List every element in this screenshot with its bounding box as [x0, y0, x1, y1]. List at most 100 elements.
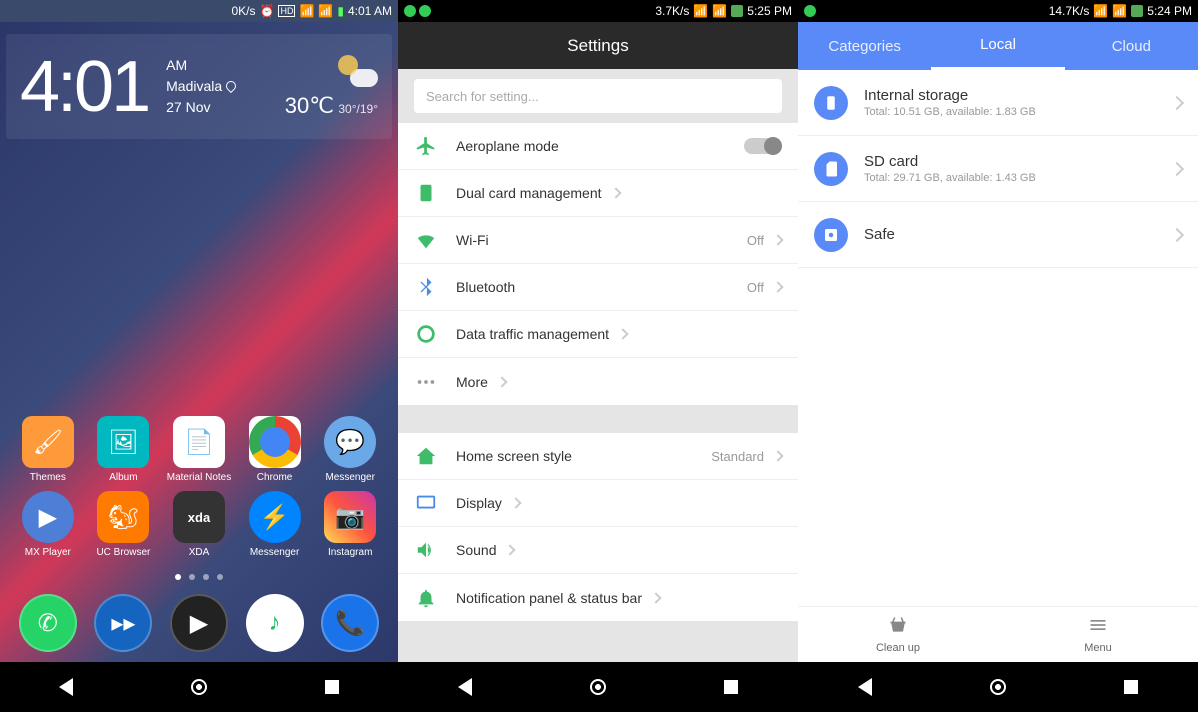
clock-large: 4:01: [20, 51, 148, 123]
page-indicator[interactable]: [0, 574, 398, 580]
storage-safe[interactable]: Safe: [798, 202, 1198, 268]
tab-cloud[interactable]: Cloud: [1065, 22, 1198, 70]
date: 27 Nov: [166, 97, 236, 118]
settings-list: Aeroplane mode Dual card managementWi-FiO…: [398, 123, 798, 662]
app-Material Notes[interactable]: 📄Material Notes: [163, 416, 235, 483]
music-icon: ♪: [246, 594, 304, 652]
app-phone[interactable]: 📞: [314, 594, 386, 652]
XDA-icon: xda: [173, 491, 225, 543]
home-icon: [414, 444, 438, 468]
chevron-right-icon: [610, 187, 621, 198]
clean-icon: [888, 615, 908, 638]
sd-icon: [814, 152, 848, 186]
app-XDA[interactable]: xdaXDA: [163, 491, 235, 558]
Messenger-icon: ⚡: [249, 491, 301, 543]
app-Chrome[interactable]: Chrome: [239, 416, 311, 483]
toggle[interactable]: [744, 138, 782, 154]
phone-icon: [814, 86, 848, 120]
recents-button[interactable]: [322, 677, 342, 697]
back-button[interactable]: [56, 677, 76, 697]
signal-icon: 📶: [1093, 4, 1108, 18]
chevron-right-icon: [496, 376, 507, 387]
Album-icon: 🖼: [97, 416, 149, 468]
recents-button[interactable]: [1121, 677, 1141, 697]
statusbar: 14.7K/s 📶 📶 5:24 PM: [798, 0, 1198, 22]
app-mixplorer[interactable]: ▸▸: [87, 594, 159, 652]
setting-notification-panel-&-status-bar[interactable]: Notification panel & status bar: [398, 574, 798, 621]
search-input[interactable]: Search for setting...: [414, 79, 782, 113]
menu-button[interactable]: Menu: [998, 607, 1198, 662]
setting-display[interactable]: Display: [398, 480, 798, 527]
setting-value: Off: [747, 233, 764, 248]
setting-wi-fi[interactable]: Wi-FiOff: [398, 217, 798, 264]
app-Instagram[interactable]: 📷Instagram: [314, 491, 386, 558]
net-speed: 14.7K/s: [1049, 4, 1090, 18]
app-label: Messenger: [250, 547, 299, 558]
home-button[interactable]: [189, 677, 209, 697]
play-icon: ▶: [170, 594, 228, 652]
notif-icon: [414, 586, 438, 610]
setting-label: Aeroplane mode: [456, 138, 559, 154]
notif-icon: [419, 5, 431, 17]
mixplorer-icon: ▸▸: [94, 594, 152, 652]
data-icon: [414, 322, 438, 346]
setting-value: Off: [747, 280, 764, 295]
setting-value: Standard: [711, 449, 764, 464]
setting-sound[interactable]: Sound: [398, 527, 798, 574]
storage-subtitle: Total: 29.71 GB, available: 1.43 GB: [864, 172, 1172, 184]
location: Madivala: [166, 78, 222, 94]
app-whatsapp[interactable]: ✆: [12, 594, 84, 652]
app-music[interactable]: ♪: [239, 594, 311, 652]
page-title: Settings: [398, 22, 798, 69]
setting-label: Sound: [456, 542, 496, 558]
storage-title: Internal storage: [864, 87, 1172, 104]
back-button[interactable]: [455, 677, 475, 697]
app-label: UC Browser: [96, 547, 150, 558]
net-speed: 0K/s: [231, 4, 255, 18]
clean-up-button[interactable]: Clean up: [798, 607, 998, 662]
setting-more[interactable]: More: [398, 358, 798, 405]
app-play[interactable]: ▶: [163, 594, 235, 652]
temp: 30℃: [285, 93, 334, 118]
setting-label: Data traffic management: [456, 326, 609, 342]
home-screen: 0K/s ⏰ HD 📶 📶 ▮ 4:01 AM 4:01 AM Madivala…: [0, 0, 398, 712]
storage-sd-card[interactable]: SD card Total: 29.71 GB, available: 1.43 …: [798, 136, 1198, 202]
chevron-right-icon: [1170, 227, 1184, 241]
app-Messenger[interactable]: 💬Messenger: [314, 416, 386, 483]
chevron-right-icon: [772, 234, 783, 245]
app-MX Player[interactable]: ▶MX Player: [12, 491, 84, 558]
setting-dual-card-management[interactable]: Dual card management: [398, 170, 798, 217]
storage-title: SD card: [864, 153, 1172, 170]
signal-icon-2: 📶: [712, 4, 727, 18]
chevron-right-icon: [650, 592, 661, 603]
setting-bluetooth[interactable]: BluetoothOff: [398, 264, 798, 311]
navbar: [398, 662, 798, 712]
app-Album[interactable]: 🖼Album: [87, 416, 159, 483]
app-UC Browser[interactable]: 🐿UC Browser: [87, 491, 159, 558]
home-button[interactable]: [588, 677, 608, 697]
menu-icon: [1088, 615, 1108, 638]
chevron-right-icon: [505, 544, 516, 555]
tab-categories[interactable]: Categories: [798, 22, 931, 70]
app-Themes[interactable]: 🖌Themes: [12, 416, 84, 483]
app-Messenger[interactable]: ⚡ Messenger: [239, 491, 311, 558]
back-button[interactable]: [855, 677, 875, 697]
weather-info: AM Madivala 27 Nov: [166, 55, 236, 118]
setting-home-screen-style[interactable]: Home screen styleStandard: [398, 433, 798, 480]
tab-local[interactable]: Local: [931, 22, 1064, 70]
signal-icon: 📶: [299, 4, 314, 18]
whatsapp-icon: ✆: [19, 594, 77, 652]
storage-internal-storage[interactable]: Internal storageTotal: 10.51 GB, availab…: [798, 70, 1198, 136]
chevron-right-icon: [1170, 161, 1184, 175]
weather-widget[interactable]: 4:01 AM Madivala 27 Nov 30℃ 30°/19°: [6, 34, 392, 139]
setting-aeroplane-mode[interactable]: Aeroplane mode: [398, 123, 798, 170]
storage-list: Internal storageTotal: 10.51 GB, availab…: [798, 70, 1198, 268]
battery-icon: [1131, 5, 1143, 17]
dock: ✆ ▸▸ ▶ ♪📞: [0, 588, 398, 662]
setting-data-traffic-management[interactable]: Data traffic management: [398, 311, 798, 358]
home-button[interactable]: [988, 677, 1008, 697]
recents-button[interactable]: [721, 677, 741, 697]
safe-icon: [814, 218, 848, 252]
clock: 4:01 AM: [348, 4, 392, 18]
filemanager-screen: 14.7K/s 📶 📶 5:24 PM CategoriesLocalCloud…: [798, 0, 1198, 712]
